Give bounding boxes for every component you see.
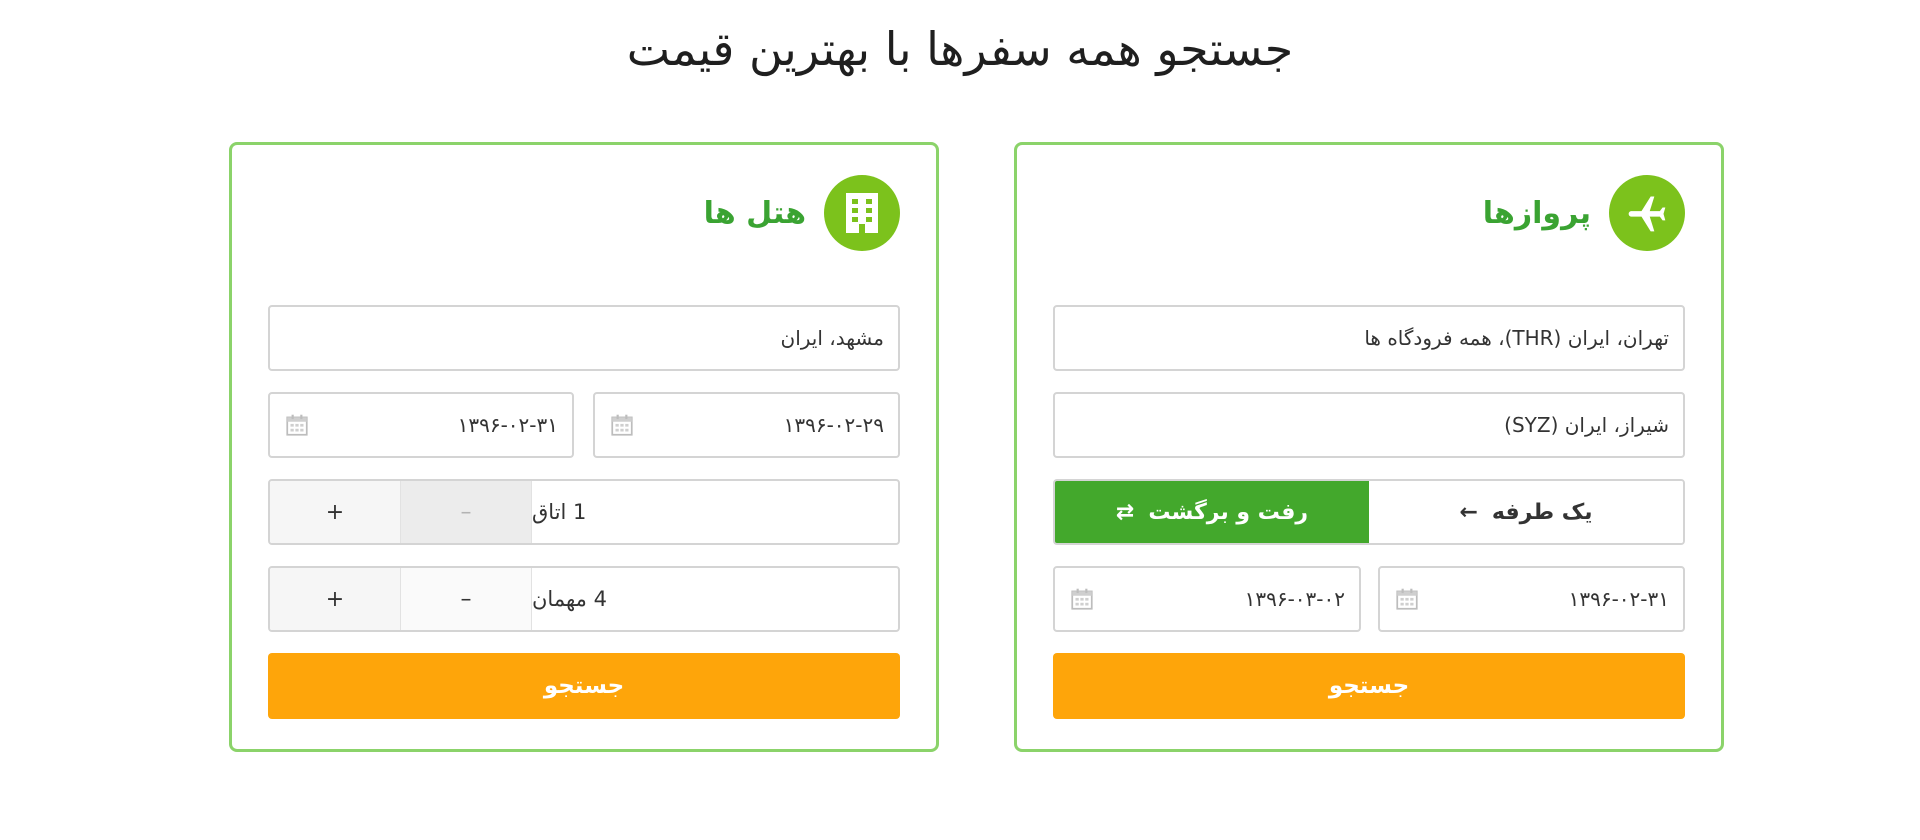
origin-input[interactable]: تهران، ایران (THR)، همه فرودگاه ها: [1053, 305, 1685, 371]
calendar-icon: [611, 414, 633, 436]
checkout-date-input[interactable]: ۱۳۹۶-۰۲-۳۱: [268, 392, 574, 458]
depart-date-input[interactable]: ۱۳۹۶-۰۲-۳۱: [1378, 566, 1685, 632]
rooms-stepper: + – 1 اتاق: [268, 479, 900, 545]
origin-value: تهران، ایران (THR)، همه فرودگاه ها: [1364, 326, 1669, 350]
flights-search-button[interactable]: جستجو: [1053, 653, 1685, 719]
checkout-date-value: ۱۳۹۶-۰۲-۳۱: [457, 413, 558, 437]
destination-input[interactable]: شیراز، ایران (SYZ): [1053, 392, 1685, 458]
arrow-left-icon: ←: [1459, 499, 1478, 525]
flights-card: پروازها تهران، ایران (THR)، همه فرودگاه …: [1014, 142, 1724, 752]
calendar-icon: [1396, 588, 1418, 610]
return-date-input[interactable]: ۱۳۹۶-۰۳-۰۲: [1053, 566, 1361, 632]
trip-type-toggle: رفت و برگشت ⇄ یک طرفه ←: [1053, 479, 1685, 545]
flights-header: پروازها: [1483, 175, 1685, 251]
checkin-date-input[interactable]: ۱۳۹۶-۰۲-۲۹: [593, 392, 900, 458]
destination-value: شیراز، ایران (SYZ): [1504, 413, 1669, 437]
airplane-icon: [1609, 175, 1685, 251]
return-date-value: ۱۳۹۶-۰۳-۰۲: [1244, 587, 1345, 611]
calendar-icon: [1071, 588, 1093, 610]
guests-label: 4 مهمان: [532, 587, 607, 611]
rooms-label: 1 اتاق: [532, 500, 587, 524]
guests-stepper: + – 4 مهمان: [268, 566, 900, 632]
city-input[interactable]: مشهد، ایران: [268, 305, 900, 371]
city-value: مشهد، ایران: [780, 326, 885, 350]
hotels-search-button[interactable]: جستجو: [268, 653, 900, 719]
swap-arrows-icon: ⇄: [1115, 499, 1135, 525]
checkin-date-value: ۱۳۹۶-۰۲-۲۹: [783, 413, 884, 437]
hotels-header: هتل ها: [704, 175, 900, 251]
hotels-title: هتل ها: [703, 195, 806, 231]
page-title: جستجو همه سفرها با بهترین قیمت: [626, 22, 1294, 76]
round-trip-option[interactable]: رفت و برگشت ⇄: [1055, 481, 1369, 543]
flights-title: پروازها: [1482, 195, 1591, 231]
depart-date-value: ۱۳۹۶-۰۲-۳۱: [1568, 587, 1669, 611]
rooms-increment-button[interactable]: +: [270, 481, 401, 543]
calendar-icon: [286, 414, 308, 436]
guests-increment-button[interactable]: +: [270, 568, 401, 630]
guests-decrement-button[interactable]: –: [401, 568, 532, 630]
one-way-option[interactable]: یک طرفه ←: [1369, 481, 1683, 543]
round-trip-label: رفت و برگشت: [1148, 499, 1309, 525]
one-way-label: یک طرفه: [1491, 499, 1593, 525]
rooms-decrement-button[interactable]: –: [401, 481, 532, 543]
building-icon: [824, 175, 900, 251]
hotels-card: هتل ها مشهد، ایران ۱۳۹۶-۰۲-۳۱ ۱۳۹۶-۰۲-۲۹…: [229, 142, 939, 752]
